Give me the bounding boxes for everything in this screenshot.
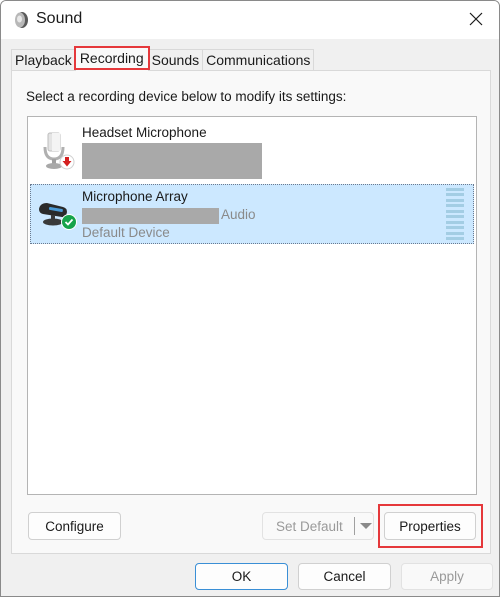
level-meter-segment	[446, 226, 464, 230]
tab-strip: Playback Recording Sounds Communications	[11, 46, 315, 71]
tab-label: Communications	[206, 52, 311, 68]
tab-communications[interactable]: Communications	[202, 49, 315, 71]
instruction-text: Select a recording device below to modif…	[26, 89, 347, 104]
level-meter-segment	[446, 236, 464, 240]
device-name: Microphone Array	[82, 189, 188, 204]
ok-button[interactable]: OK	[195, 563, 288, 590]
headset-microphone-icon	[43, 132, 75, 170]
microphone-array-icon	[39, 203, 77, 230]
recording-panel: Select a recording device below to modif…	[11, 70, 491, 554]
speaker-icon	[15, 12, 28, 28]
device-item-microphone-array[interactable]: Microphone Array Audio Default Device	[30, 184, 474, 244]
device-detail-suffix: Audio	[221, 207, 256, 222]
level-meter-segment	[446, 215, 464, 219]
close-icon	[469, 12, 483, 26]
button-label: Configure	[45, 518, 104, 534]
level-meter-segment	[446, 204, 464, 208]
redacted-detail	[82, 208, 219, 224]
level-meter-segment	[446, 188, 464, 191]
device-name: Headset Microphone	[82, 125, 207, 140]
button-label: Cancel	[323, 569, 366, 584]
button-label: Set Default	[276, 518, 343, 534]
level-meter-segment	[446, 198, 464, 202]
tab-label: Recording	[79, 50, 144, 66]
set-default-button[interactable]: Set Default	[262, 512, 374, 540]
sound-dialog: Sound Playback Recording Sounds Communic…	[0, 0, 500, 597]
close-button[interactable]	[453, 1, 499, 37]
button-label: Properties	[399, 518, 461, 534]
cancel-button[interactable]: Cancel	[298, 563, 391, 590]
chevron-down-icon[interactable]	[360, 523, 372, 529]
level-meter	[446, 188, 464, 240]
device-item-headset-microphone[interactable]: Headset Microphone	[30, 119, 474, 181]
tab-label: Playback	[15, 52, 72, 68]
redacted-detail	[82, 143, 262, 179]
level-meter-segment	[446, 231, 464, 235]
window-title: Sound	[36, 10, 83, 27]
button-label: OK	[231, 569, 252, 584]
device-status: Default Device	[82, 225, 170, 240]
default-check-icon	[62, 215, 76, 229]
tab-label: Sounds	[151, 52, 200, 68]
tab-playback[interactable]: Playback	[11, 49, 76, 71]
button-label: Apply	[430, 569, 464, 584]
split-separator	[354, 517, 355, 535]
level-meter-segment	[446, 220, 464, 224]
level-meter-segment	[446, 209, 464, 213]
title-bar: Sound	[1, 1, 499, 39]
device-list[interactable]: Headset Microphone Microphone Array Audi…	[27, 116, 477, 495]
properties-button[interactable]: Properties	[384, 512, 476, 540]
level-meter-segment	[446, 193, 464, 197]
apply-button[interactable]: Apply	[401, 563, 493, 590]
configure-button[interactable]: Configure	[28, 512, 121, 540]
tab-sounds[interactable]: Sounds	[147, 49, 204, 71]
tab-recording[interactable]: Recording	[73, 46, 150, 71]
